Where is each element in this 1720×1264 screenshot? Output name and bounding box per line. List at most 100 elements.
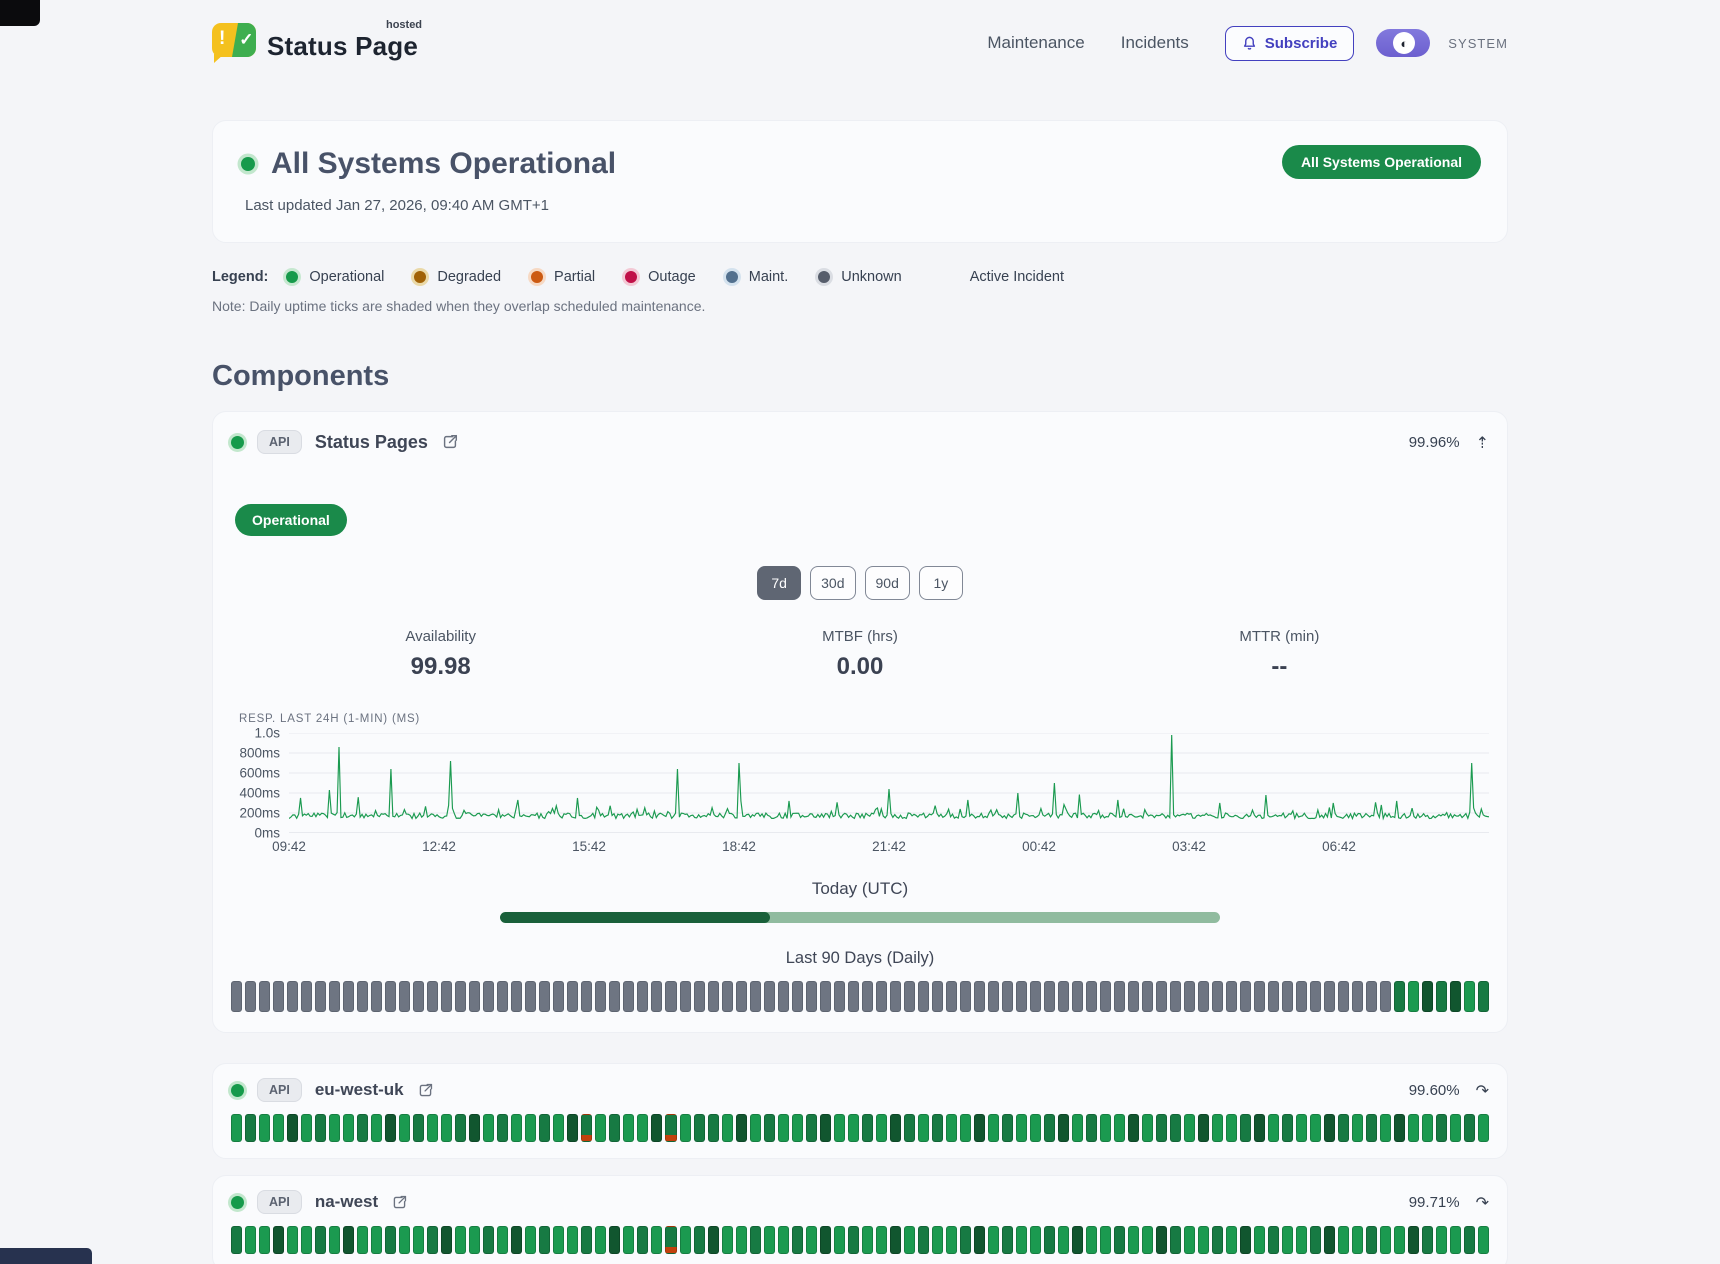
uptime-tick[interactable] [1086, 1114, 1097, 1142]
uptime-tick[interactable] [371, 1114, 382, 1142]
uptime-tick[interactable] [343, 1226, 354, 1254]
uptime-tick[interactable] [974, 981, 985, 1012]
uptime-tick[interactable] [708, 981, 719, 1012]
uptime-tick[interactable] [1478, 1114, 1489, 1142]
uptime-tick[interactable] [1450, 1114, 1461, 1142]
collapse-arrow-icon[interactable]: ↷ [1476, 1081, 1489, 1100]
range-button-7d[interactable]: 7d [757, 566, 801, 600]
uptime-tick[interactable] [567, 981, 578, 1012]
uptime-tick[interactable] [848, 1226, 859, 1254]
uptime-tick[interactable] [1114, 1226, 1125, 1254]
uptime-tick[interactable] [651, 1226, 662, 1254]
uptime-tick[interactable] [918, 981, 929, 1012]
uptime-tick[interactable] [1030, 1226, 1041, 1254]
uptime-tick[interactable] [273, 981, 284, 1012]
uptime-tick[interactable] [876, 1226, 887, 1254]
uptime-tick[interactable] [413, 1226, 424, 1254]
uptime-tick[interactable] [750, 1114, 761, 1142]
uptime-tick[interactable] [1310, 1114, 1321, 1142]
uptime-tick[interactable] [1296, 1114, 1307, 1142]
uptime-tick[interactable] [259, 1226, 270, 1254]
uptime-tick[interactable] [1226, 981, 1237, 1012]
uptime-tick[interactable] [820, 1114, 831, 1142]
uptime-tick[interactable] [1450, 981, 1461, 1012]
uptime-tick[interactable] [1366, 1226, 1377, 1254]
uptime-tick[interactable] [1296, 1226, 1307, 1254]
uptime-tick[interactable] [511, 1114, 522, 1142]
uptime-tick[interactable] [581, 1114, 592, 1142]
uptime-tick[interactable] [427, 981, 438, 1012]
uptime-tick[interactable] [1408, 1114, 1419, 1142]
uptime-tick[interactable] [792, 1114, 803, 1142]
uptime-tick[interactable] [1100, 1114, 1111, 1142]
uptime-tick[interactable] [455, 1114, 466, 1142]
uptime-tick[interactable] [1352, 1114, 1363, 1142]
uptime-tick[interactable] [441, 1114, 452, 1142]
uptime-tick[interactable] [637, 1114, 648, 1142]
uptime-tick[interactable] [469, 981, 480, 1012]
uptime-tick[interactable] [651, 981, 662, 1012]
uptime-tick[interactable] [637, 1226, 648, 1254]
uptime-tick[interactable] [1044, 981, 1055, 1012]
uptime-tick[interactable] [1478, 981, 1489, 1012]
uptime-tick[interactable] [946, 1226, 957, 1254]
uptime-tick[interactable] [1184, 1226, 1195, 1254]
uptime-tick[interactable] [960, 1114, 971, 1142]
uptime-tick[interactable] [988, 981, 999, 1012]
uptime-tick[interactable] [273, 1226, 284, 1254]
uptime-tick[interactable] [1128, 981, 1139, 1012]
uptime-tick[interactable] [1142, 981, 1153, 1012]
uptime-tick[interactable] [918, 1226, 929, 1254]
uptime-tick[interactable] [357, 1226, 368, 1254]
collapse-arrow-icon[interactable]: ⇡ [1476, 433, 1489, 452]
uptime-tick[interactable] [1436, 1226, 1447, 1254]
uptime-tick[interactable] [1072, 981, 1083, 1012]
uptime-tick[interactable] [680, 1226, 691, 1254]
uptime-tick[interactable] [960, 1226, 971, 1254]
uptime-tick[interactable] [595, 1226, 606, 1254]
uptime-tick[interactable] [413, 1114, 424, 1142]
uptime-tick[interactable] [778, 1226, 789, 1254]
uptime-tick[interactable] [1240, 981, 1251, 1012]
uptime-tick[interactable] [399, 1114, 410, 1142]
uptime-tick[interactable] [1086, 981, 1097, 1012]
uptime-tick[interactable] [441, 981, 452, 1012]
uptime-tick[interactable] [1338, 981, 1349, 1012]
uptime-tick[interactable] [1394, 981, 1405, 1012]
uptime-tick[interactable] [1436, 981, 1447, 1012]
uptime-tick[interactable] [525, 1226, 536, 1254]
uptime-tick[interactable] [1254, 1114, 1265, 1142]
uptime-tick[interactable] [371, 1226, 382, 1254]
uptime-tick[interactable] [1366, 981, 1377, 1012]
uptime-tick[interactable] [1198, 1114, 1209, 1142]
uptime-tick[interactable] [862, 981, 873, 1012]
uptime-tick[interactable] [1016, 1226, 1027, 1254]
brand-logo[interactable]: ! ✓ Status Page hosted [212, 23, 418, 63]
uptime-tick[interactable] [946, 1114, 957, 1142]
uptime-tick[interactable] [1184, 1114, 1195, 1142]
uptime-tick[interactable] [1394, 1226, 1405, 1254]
uptime-tick[interactable] [553, 1114, 564, 1142]
uptime-tick[interactable] [820, 981, 831, 1012]
uptime-tick[interactable] [1226, 1226, 1237, 1254]
uptime-tick[interactable] [1100, 1226, 1111, 1254]
uptime-tick[interactable] [1226, 1114, 1237, 1142]
uptime-tick[interactable] [946, 981, 957, 1012]
uptime-tick[interactable] [988, 1114, 999, 1142]
uptime-tick[interactable] [1030, 1114, 1041, 1142]
uptime-tick[interactable] [778, 981, 789, 1012]
uptime-tick[interactable] [862, 1226, 873, 1254]
uptime-tick[interactable] [609, 981, 620, 1012]
uptime-tick[interactable] [1324, 1114, 1335, 1142]
uptime-tick[interactable] [708, 1114, 719, 1142]
uptime-tick[interactable] [736, 1114, 747, 1142]
uptime-tick[interactable] [483, 981, 494, 1012]
uptime-tick[interactable] [287, 1226, 298, 1254]
uptime-tick[interactable] [1156, 1226, 1167, 1254]
uptime-tick[interactable] [329, 1226, 340, 1254]
uptime-tick[interactable] [932, 1226, 943, 1254]
uptime-tick[interactable] [806, 981, 817, 1012]
uptime-tick[interactable] [301, 981, 312, 1012]
uptime-tick[interactable] [539, 981, 550, 1012]
uptime-tick[interactable] [231, 1226, 242, 1254]
